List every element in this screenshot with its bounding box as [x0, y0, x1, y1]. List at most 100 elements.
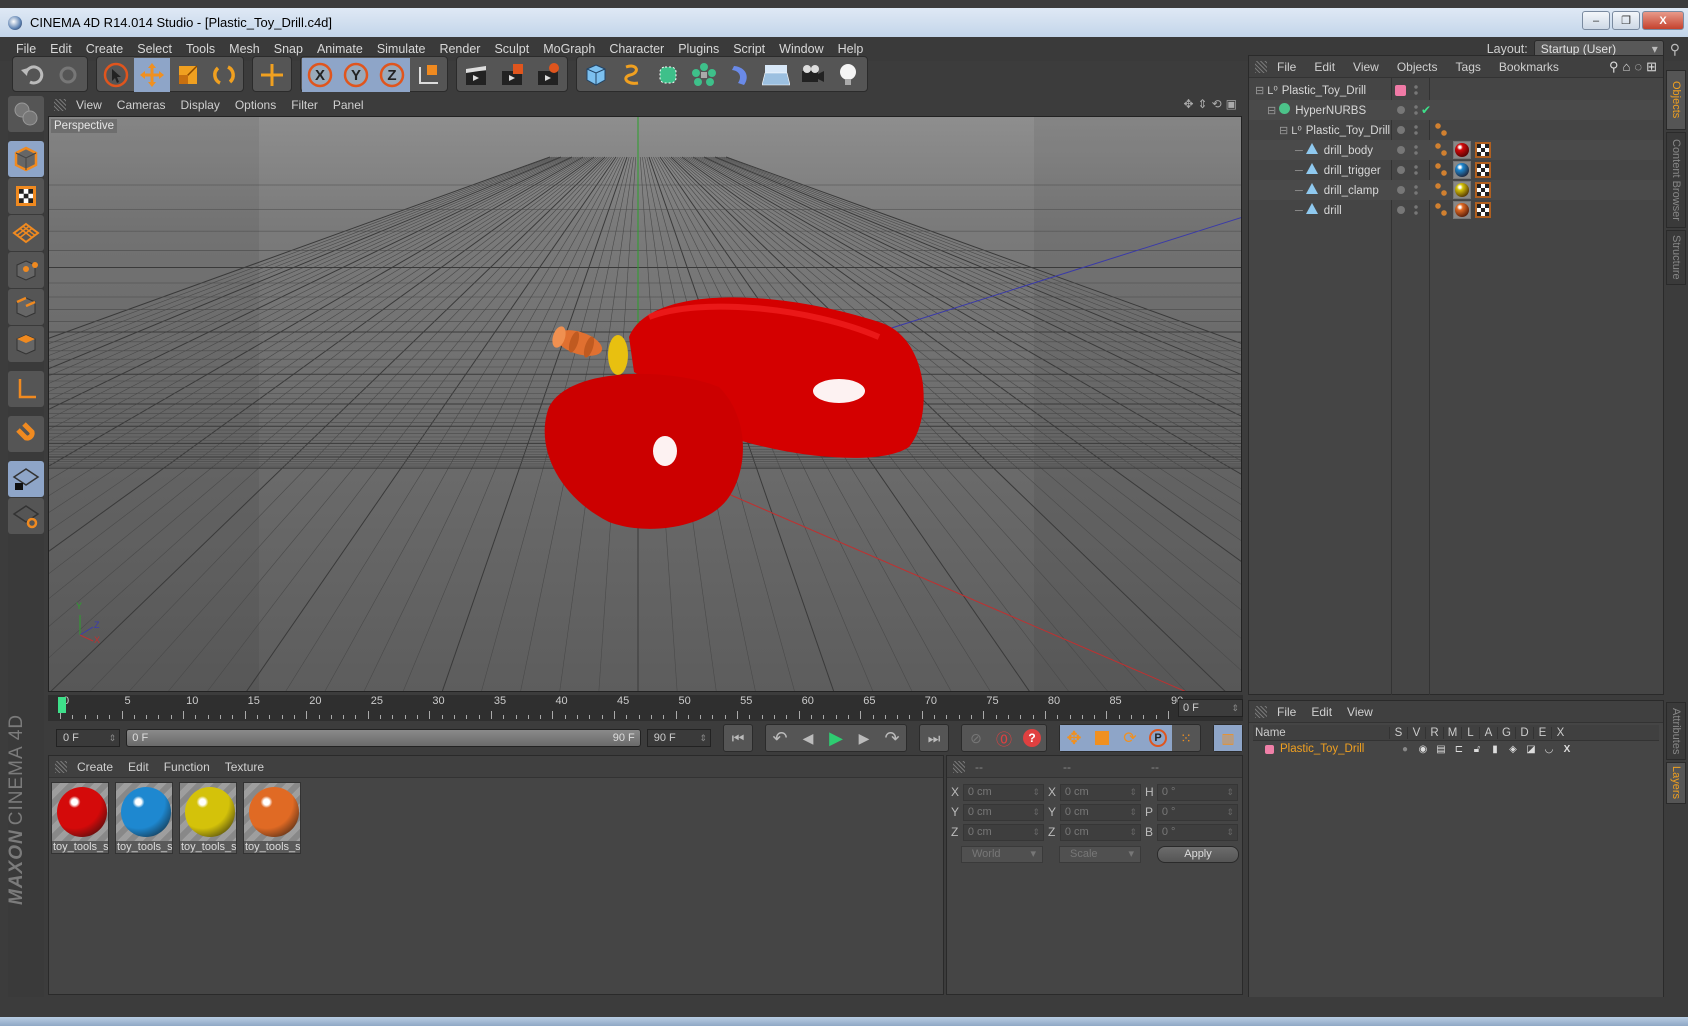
objects-menu-file[interactable]: File: [1277, 60, 1296, 74]
menu-create[interactable]: Create: [79, 42, 131, 56]
toggle-panel-icon[interactable]: ▣: [1226, 97, 1237, 111]
recent-tool-icon[interactable]: [254, 58, 290, 92]
objects-menu-objects[interactable]: Objects: [1397, 60, 1438, 74]
size-x-field[interactable]: 0 cm: [1059, 783, 1141, 801]
objects-menu-view[interactable]: View: [1353, 60, 1379, 74]
live-selection-icon[interactable]: [98, 58, 134, 92]
axis-mode-icon[interactable]: [8, 371, 44, 407]
frame-range-slider[interactable]: 0 F 90 F: [126, 729, 641, 747]
object-row[interactable]: ⊟ L⁰ Plastic_Toy_Drill: [1249, 80, 1663, 100]
phong-tag-icon[interactable]: [1435, 183, 1447, 197]
render-toggle-icon[interactable]: ▤: [1432, 744, 1450, 755]
layer-dot-icon[interactable]: [1397, 186, 1405, 194]
collapse-icon[interactable]: ⊟: [1255, 85, 1264, 97]
tab-layers[interactable]: Layers: [1666, 762, 1686, 804]
viewport-menu-display[interactable]: Display: [180, 98, 219, 112]
camera-view-icon[interactable]: [8, 96, 44, 132]
tab-structure[interactable]: Structure: [1666, 230, 1686, 285]
workplane-lock-icon[interactable]: [8, 461, 44, 497]
column-view[interactable]: V: [1407, 726, 1425, 739]
go-to-end-icon[interactable]: ⏭: [920, 725, 948, 751]
go-to-start-icon[interactable]: ⏮: [724, 725, 752, 751]
viewport-menu-cameras[interactable]: Cameras: [117, 98, 166, 112]
menu-edit[interactable]: Edit: [43, 42, 79, 56]
menu-mograph[interactable]: MoGraph: [536, 42, 602, 56]
visibility-dots-icon[interactable]: [1414, 84, 1418, 96]
menu-simulate[interactable]: Simulate: [370, 42, 433, 56]
object-row[interactable]: ─ drill_body: [1249, 140, 1663, 160]
snap-magnet-icon[interactable]: [8, 416, 44, 452]
light-icon[interactable]: [830, 58, 866, 92]
timeline-ruler[interactable]: 051015202530354045505560657075808590: [58, 695, 1183, 721]
object-row[interactable]: ⊟ L⁰ Plastic_Toy_Drill: [1249, 120, 1663, 140]
render-view-icon[interactable]: [458, 58, 494, 92]
world-coordinates-icon[interactable]: [410, 58, 446, 92]
generators-toggle-icon[interactable]: ◈: [1504, 744, 1522, 755]
object-row[interactable]: ⊟ HyperNURBS ✔: [1249, 100, 1663, 120]
eye-icon[interactable]: ◌: [1634, 59, 1642, 75]
home-icon[interactable]: ⌂: [1623, 59, 1631, 75]
material-tag-icon[interactable]: [1453, 141, 1471, 159]
layer-name[interactable]: Plastic_Toy_Drill: [1280, 743, 1396, 755]
enabled-check-icon[interactable]: ✔: [1421, 103, 1431, 117]
column-solo[interactable]: S: [1389, 726, 1407, 739]
layers-menu-edit[interactable]: Edit: [1311, 705, 1332, 719]
uvw-tag-icon[interactable]: [1475, 162, 1491, 178]
expressions-toggle-icon[interactable]: ◡: [1540, 744, 1558, 755]
column-xref[interactable]: X: [1551, 726, 1569, 739]
material-menu-edit[interactable]: Edit: [128, 760, 149, 774]
menu-sculpt[interactable]: Sculpt: [487, 42, 536, 56]
render-picture-viewer-icon[interactable]: [494, 58, 530, 92]
column-name[interactable]: Name: [1253, 727, 1389, 739]
tab-objects[interactable]: Objects: [1666, 70, 1686, 130]
next-key-icon[interactable]: ↷: [878, 725, 906, 751]
spline-pen-icon[interactable]: [614, 58, 650, 92]
polygons-mode-icon[interactable]: [8, 326, 44, 362]
menu-snap[interactable]: Snap: [267, 42, 310, 56]
previous-frame-icon[interactable]: ◀: [794, 725, 822, 751]
rotation-b-field[interactable]: 0 °: [1156, 823, 1238, 841]
perspective-viewport[interactable]: Perspective Y Z X: [48, 116, 1242, 692]
animation-toggle-icon[interactable]: ▮: [1486, 744, 1504, 755]
material-menu-function[interactable]: Function: [164, 760, 210, 774]
column-locked[interactable]: L: [1461, 726, 1479, 739]
move-icon[interactable]: [134, 58, 170, 92]
key-scale-icon[interactable]: [1088, 725, 1116, 751]
material-swatch[interactable]: toy_tools_s: [179, 782, 237, 854]
object-row[interactable]: ─ drill_clamp: [1249, 180, 1663, 200]
search-icon[interactable]: ⚲: [1609, 59, 1619, 75]
visibility-dots-icon[interactable]: [1414, 124, 1418, 136]
position-x-field[interactable]: 0 cm: [962, 783, 1044, 801]
apply-button[interactable]: Apply: [1157, 846, 1239, 863]
collapse-icon[interactable]: ⊟: [1279, 125, 1288, 137]
minimize-button[interactable]: –: [1582, 11, 1610, 30]
edges-mode-icon[interactable]: [8, 289, 44, 325]
view-toggle-icon[interactable]: ◉: [1414, 744, 1432, 755]
column-generators[interactable]: G: [1497, 726, 1515, 739]
key-pla-icon[interactable]: ⁙: [1172, 725, 1200, 751]
objects-menu-edit[interactable]: Edit: [1314, 60, 1335, 74]
rotation-p-field[interactable]: 0 °: [1156, 803, 1238, 821]
material-swatch[interactable]: toy_tools_s: [51, 782, 109, 854]
texture-mode-icon[interactable]: [8, 178, 44, 214]
menu-file[interactable]: File: [0, 42, 43, 56]
visibility-dots-icon[interactable]: [1414, 104, 1418, 116]
render-settings-icon[interactable]: [530, 58, 566, 92]
key-param-icon[interactable]: P: [1144, 725, 1172, 751]
menu-plugins[interactable]: Plugins: [671, 42, 726, 56]
panel-grip[interactable]: [953, 760, 965, 773]
playhead[interactable]: [58, 697, 66, 713]
solo-toggle-icon[interactable]: ●: [1396, 744, 1414, 755]
workplane-rotate-icon[interactable]: [8, 498, 44, 534]
uvw-tag-icon[interactable]: [1475, 142, 1491, 158]
panel-grip[interactable]: [54, 99, 66, 111]
phong-tag-icon[interactable]: [1435, 123, 1447, 137]
tab-attributes[interactable]: Attributes: [1666, 702, 1686, 760]
record-keys-icon[interactable]: ⊘: [962, 725, 990, 751]
menu-help[interactable]: Help: [831, 42, 871, 56]
floor-icon[interactable]: [758, 58, 794, 92]
material-menu-create[interactable]: Create: [77, 760, 113, 774]
pan-view-icon[interactable]: ✥: [1183, 97, 1193, 111]
objects-menu-bookmarks[interactable]: Bookmarks: [1499, 60, 1559, 74]
camera-label[interactable]: Perspective: [51, 119, 118, 133]
